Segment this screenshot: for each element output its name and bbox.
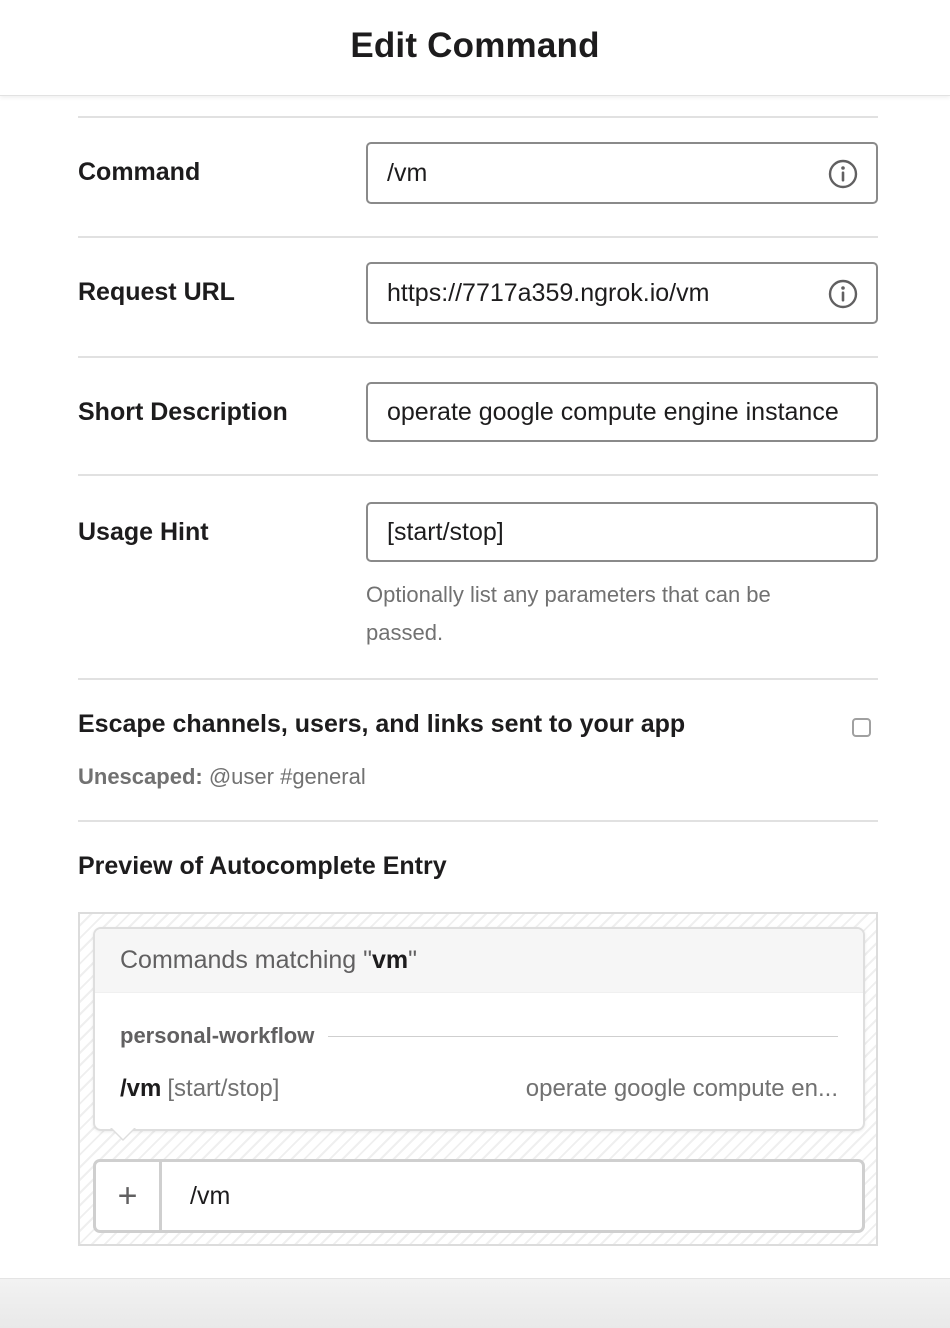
usage-hint-help-text: Optionally list any parameters that can … (366, 582, 771, 645)
autocomplete-preview: Commands matching " vm " personal-workflow… (78, 912, 878, 1246)
short-description-label: Short Description (78, 398, 288, 426)
unescaped-label: Unescaped: (78, 764, 203, 789)
autocomplete-item-hint: [start/stop] (167, 1075, 280, 1102)
info-icon[interactable] (828, 159, 858, 189)
divider (78, 236, 878, 238)
modal-header: Edit Command (0, 0, 950, 96)
usage-hint-input-value: [start/stop] (387, 517, 504, 546)
plus-icon: + (96, 1162, 162, 1230)
autocomplete-item-command: /vm (120, 1075, 162, 1102)
autocomplete-group: personal-workflow (120, 1021, 838, 1051)
command-input[interactable]: /vm (366, 142, 878, 204)
unescaped-value: @user #general (208, 764, 366, 789)
autocomplete-item-description: operate google compute en... (525, 1075, 838, 1102)
autocomplete-header-query: vm (372, 946, 409, 974)
preview-label: Preview of Autocomplete Entry (78, 852, 447, 880)
autocomplete-card: Commands matching " vm " personal-workflow… (93, 927, 865, 1131)
request-url-label: Request URL (78, 278, 235, 306)
divider (78, 474, 878, 476)
message-input-text: /vm (190, 1181, 231, 1210)
modal-footer (0, 1278, 950, 1328)
request-url-input-value: https://7717a359.ngrok.io/vm (387, 278, 710, 307)
escape-label: Escape channels, users, and links sent t… (78, 710, 686, 738)
short-description-input-value: operate google compute engine instance (387, 397, 839, 426)
command-label: Command (78, 158, 201, 186)
request-url-input[interactable]: https://7717a359.ngrok.io/vm (366, 262, 878, 324)
divider (78, 356, 878, 358)
divider (78, 678, 878, 680)
message-input-preview: + /vm (93, 1159, 865, 1233)
autocomplete-caret (110, 1126, 136, 1139)
autocomplete-header-suffix: " (408, 946, 418, 974)
usage-hint-input[interactable]: [start/stop] (366, 502, 878, 562)
divider (78, 116, 878, 118)
page-title: Edit Command (350, 25, 600, 65)
group-divider (328, 1035, 838, 1037)
autocomplete-header-prefix: Commands matching " (120, 946, 373, 974)
info-icon[interactable] (828, 279, 858, 309)
autocomplete-header: Commands matching " vm " (95, 929, 863, 993)
unescaped-example: Unescaped: @user #general (78, 764, 366, 790)
command-input-value: /vm (387, 158, 428, 187)
usage-hint-label: Usage Hint (78, 518, 209, 546)
escape-checkbox[interactable] (852, 718, 871, 737)
autocomplete-item[interactable]: /vm [start/stop] operate google compute e… (120, 1071, 838, 1107)
autocomplete-item-left: /vm [start/stop] (120, 1075, 279, 1103)
divider (78, 820, 878, 822)
short-description-input[interactable]: operate google compute engine instance (366, 382, 878, 442)
autocomplete-group-name: personal-workflow (120, 1023, 315, 1048)
